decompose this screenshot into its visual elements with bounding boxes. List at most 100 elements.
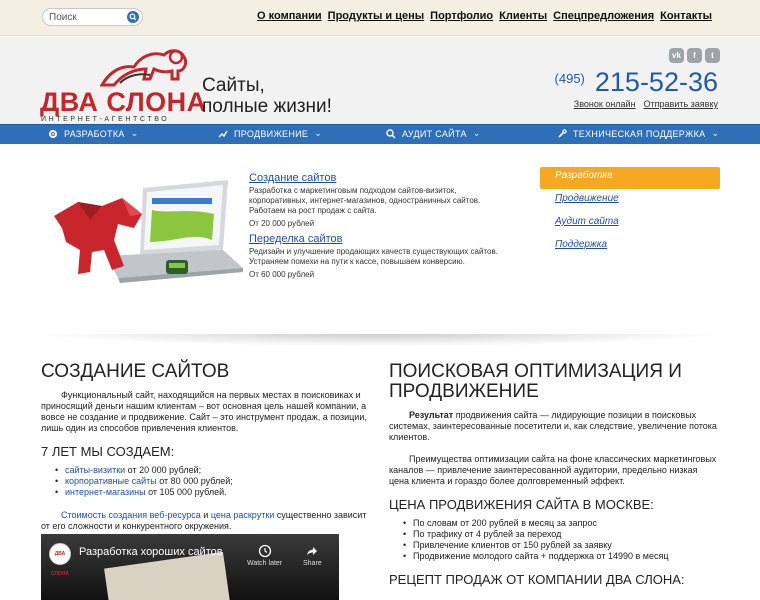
online-stores-link[interactable]: интернет-магазины [65, 487, 146, 497]
mainnav-support-label: ТЕХНИЧЕСКАЯ ПОДДЕРЖКА [573, 128, 706, 139]
corporate-sites-link[interactable]: корпоративные сайты [65, 476, 157, 486]
topnav-clients[interactable]: Клиенты [499, 10, 547, 22]
business-card-sites-link[interactable]: сайты-визитки [65, 465, 125, 475]
gear-icon [49, 129, 57, 138]
promotion-price-link[interactable]: цена раскрутки [211, 510, 274, 520]
mainnav-promotion[interactable]: ПРОДВИЖЕНИЕ ⌄ [218, 128, 322, 139]
list-item: По трафику от 4 рублей за переход [403, 529, 719, 540]
mainnav-promotion-label: ПРОДВИЖЕНИЕ [234, 128, 309, 139]
search-box [42, 8, 143, 26]
share-label: Share [303, 560, 322, 567]
right-column: ПОИСКОВАЯ ОПТИМИЗАЦИЯ И ПРОДВИЖЕНИЕ Резу… [389, 362, 719, 593]
share-icon [307, 547, 318, 556]
search-input[interactable] [49, 11, 129, 24]
price-list: По словам от 200 рублей в месяц за запро… [389, 518, 719, 562]
chevron-down-icon: ⌄ [314, 128, 323, 138]
chevron-down-icon: ⌄ [130, 128, 139, 138]
list-item: Продвижение молодого сайта + поддержка о… [403, 551, 719, 562]
list-item: интернет-магазины от 105 000 рублей. [55, 487, 371, 498]
vk-icon[interactable]: vk [669, 48, 684, 63]
left-column: СОЗДАНИЕ САЙТОВ Функциональный сайт, нах… [41, 362, 371, 532]
video-player[interactable]: ДВА СЛОНА Разработка хороших сайтов Watc… [41, 534, 339, 600]
call-links: Звонок онлайн Отправить заявку [574, 99, 718, 109]
left-subtitle: 7 ЛЕТ МЫ СОЗДАЕМ: [41, 444, 175, 459]
header: ДВА СЛОНА ИНТЕРНЕТ-АГЕНТСТВО Сайты, полн… [0, 37, 760, 125]
phone-number[interactable]: (495) 215-52-36 [555, 67, 718, 98]
tagline: Сайты, полные жизни! [202, 75, 332, 117]
mainnav-development-label: РАЗРАБОТКА [64, 128, 125, 139]
logo-title: ДВА СЛОНА [40, 87, 207, 117]
recipe-title: РЕЦЕПТ ПРОДАЖ ОТ КОМПАНИИ ДВА СЛОНА: [389, 572, 685, 587]
top-nav: О компании Продукты и цены Портфолио Кли… [257, 10, 712, 22]
tagline-line1: Сайты, [202, 75, 265, 96]
price-title: ЦЕНА ПРОДВИЖЕНИЯ САЙТА В МОСКВЕ: [389, 497, 654, 512]
list-item: сайты-визитки от 20 000 рублей; [55, 465, 371, 476]
wrench-icon [558, 128, 567, 138]
result-bold: Результат [409, 410, 454, 420]
chevron-down-icon: ⌄ [472, 128, 481, 138]
cost-and-text: и [200, 510, 211, 520]
watch-later-button[interactable]: Watch later [247, 544, 282, 567]
service-redesign-sites-desc: Редизайн и улучшение продающих качеств с… [249, 247, 498, 266]
cost-paragraph: Стоимость создания веб-ресурса и цена ра… [41, 510, 371, 532]
watch-later-label: Watch later [247, 560, 283, 567]
service-create-sites-price: От 20 000 рублей [249, 219, 315, 228]
chevron-down-icon: ⌄ [711, 128, 720, 138]
social-links: vk f t [669, 48, 720, 63]
phone-code: (495) [554, 71, 585, 86]
chart-icon [218, 130, 228, 137]
topnav-portfolio[interactable]: Портфолио [430, 10, 493, 22]
service-redesign-sites: Переделка сайтов Редизайн и улучшение пр… [249, 234, 509, 280]
list-item: Привлечение клиентов от 150 рублей за за… [403, 540, 719, 551]
list-item: По словам от 200 рублей в месяц за запро… [403, 518, 719, 529]
left-intro: Функциональный сайт, находящийся на перв… [41, 390, 367, 433]
site-types-list: сайты-визитки от 20 000 рублей; корпорат… [41, 465, 371, 498]
video-thumbnail [104, 551, 230, 600]
twitter-icon[interactable]: t [705, 48, 720, 63]
side-menu-development[interactable]: Разработка [540, 167, 720, 189]
topnav-products[interactable]: Продукты и цены [328, 10, 425, 22]
video-channel-logo: ДВА СЛОНА [49, 543, 71, 577]
logo[interactable]: ДВА СЛОНА ИНТЕРНЕТ-АГЕНТСТВО [40, 43, 206, 123]
magnifier-icon [386, 128, 396, 139]
search-icon[interactable] [127, 11, 139, 23]
service-create-sites-link[interactable]: Создание сайтов [249, 173, 509, 184]
mainnav-development[interactable]: РАЗРАБОТКА ⌄ [48, 128, 139, 139]
left-title: СОЗДАНИЕ САЙТОВ [41, 361, 230, 382]
topnav-special-offers[interactable]: Спецпредложения [553, 10, 654, 22]
elephant-logo-icon [100, 49, 188, 87]
result-paragraph: Результат продвижения сайта — лидирующие… [389, 410, 719, 443]
service-redesign-sites-price: От 60 000 рублей [249, 270, 315, 279]
topnav-about[interactable]: О компании [257, 10, 322, 22]
main-nav: РАЗРАБОТКА ⌄ ПРОДВИЖЕНИЕ ⌄ АУДИТ САЙТА ⌄… [0, 124, 760, 144]
list-item-price: от 105 000 рублей. [145, 487, 227, 497]
side-menu-promotion[interactable]: Продвижение [540, 190, 720, 212]
phone-digits: 215-52-36 [594, 67, 718, 97]
share-button[interactable]: Share [303, 544, 322, 567]
list-item: корпоративные сайты от 80 000 рублей; [55, 476, 371, 487]
logo-subtitle: ИНТЕРНЕТ-АГЕНТСТВО [41, 116, 170, 123]
mainnav-support[interactable]: ТЕХНИЧЕСКАЯ ПОДДЕРЖКА ⌄ [557, 128, 719, 139]
service-create-sites: Создание сайтов Разработка с маркетингов… [249, 173, 509, 229]
right-title: ПОИСКОВАЯ ОПТИМИЗАЦИЯ И ПРОДВИЖЕНИЕ [389, 361, 682, 402]
call-online-link[interactable]: Звонок онлайн [574, 99, 636, 109]
tagline-line2: полные жизни! [202, 96, 332, 117]
side-menu-support[interactable]: Поддержка [540, 236, 720, 258]
list-item-price: от 20 000 рублей; [125, 465, 202, 475]
topnav-contacts[interactable]: Контакты [660, 10, 712, 22]
service-create-sites-desc: Разработка с маркетинговым подходом сайт… [249, 186, 481, 215]
cost-of-creation-link[interactable]: Стоимость создания веб-ресурса [61, 510, 201, 520]
list-item-price: от 80 000 рублей; [156, 476, 233, 486]
clock-icon [258, 544, 271, 558]
top-bar: О компании Продукты и цены Портфолио Кли… [0, 0, 760, 36]
mainnav-audit[interactable]: АУДИТ САЙТА ⌄ [386, 128, 481, 139]
side-menu: Разработка Продвижение Аудит сайта Подде… [540, 167, 720, 259]
send-request-link[interactable]: Отправить заявку [644, 99, 718, 109]
service-redesign-sites-link[interactable]: Переделка сайтов [249, 234, 509, 245]
facebook-icon[interactable]: f [687, 48, 702, 63]
mainnav-audit-label: АУДИТ САЙТА [402, 128, 467, 139]
laptop-elephant-illustration [54, 180, 243, 283]
video-title[interactable]: Разработка хороших сайтов [79, 546, 223, 558]
side-menu-audit[interactable]: Аудит сайта [540, 213, 720, 235]
advantages-paragraph: Преимущества оптимизации сайта на фоне к… [389, 454, 717, 486]
